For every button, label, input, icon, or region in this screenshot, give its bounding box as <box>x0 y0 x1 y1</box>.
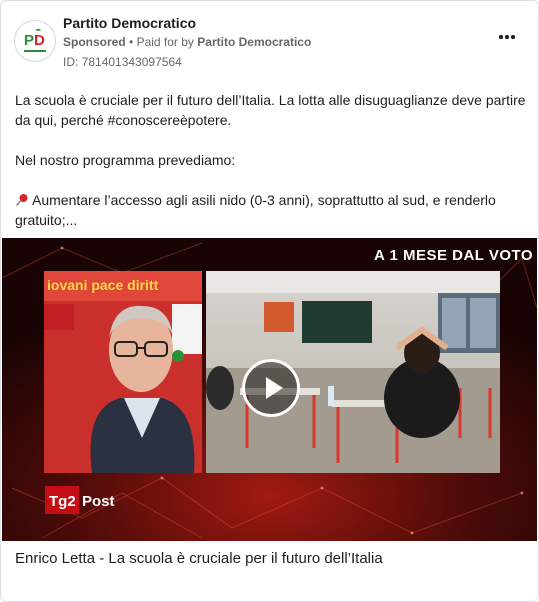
sponsored-line: Sponsored • Paid for by Partito Democrat… <box>63 35 311 49</box>
pushpin-icon <box>15 194 28 207</box>
pd-logo-icon: P D <box>16 22 54 60</box>
sponsored-label: Sponsored <box>63 35 126 49</box>
backdrop-text: iovani pace diritt <box>47 277 159 293</box>
video-caption[interactable]: Enrico Letta - La scuola è cruciale per … <box>15 550 383 567</box>
ad-card: P D Partito Democratico Sponsored • Paid… <box>0 0 539 602</box>
ad-id: ID: 781401343097564 <box>63 55 182 69</box>
post-paragraph-2: Nel nostro programma prevediamo: <box>15 152 236 168</box>
speaker-frame: iovani pace diritt <box>44 271 202 473</box>
post-paragraph-3-text: Aumentare l’accesso agli asili nido (0-3… <box>15 192 496 228</box>
meta-dot: • <box>129 35 137 49</box>
video-banner: A 1 MESE DAL VOTO <box>374 247 534 264</box>
svg-text:D: D <box>34 32 45 49</box>
more-options-button[interactable] <box>497 27 519 45</box>
post-logo-text: Post <box>82 493 115 510</box>
advertiser-link[interactable]: Partito Democratico <box>197 35 311 49</box>
play-button[interactable] <box>242 359 300 417</box>
video-player[interactable]: iovani pace diritt Tg2 Post A 1 MESE DAL… <box>2 238 537 541</box>
page-name[interactable]: Partito Democratico <box>63 15 196 31</box>
post-text: La scuola è cruciale per il futuro dell’… <box>15 90 529 230</box>
paid-for-label: Paid for by <box>136 35 194 49</box>
svg-text:P: P <box>24 32 34 49</box>
tg2-logo-text: Tg2 <box>49 493 76 510</box>
play-icon <box>266 377 283 399</box>
post-paragraph-1: La scuola è cruciale per il futuro dell’… <box>15 92 526 128</box>
post-header: P D Partito Democratico Sponsored • Paid… <box>1 1 538 76</box>
page-avatar[interactable]: P D <box>14 20 56 62</box>
post-paragraph-3: Aumentare l’accesso agli asili nido (0-3… <box>15 190 529 230</box>
